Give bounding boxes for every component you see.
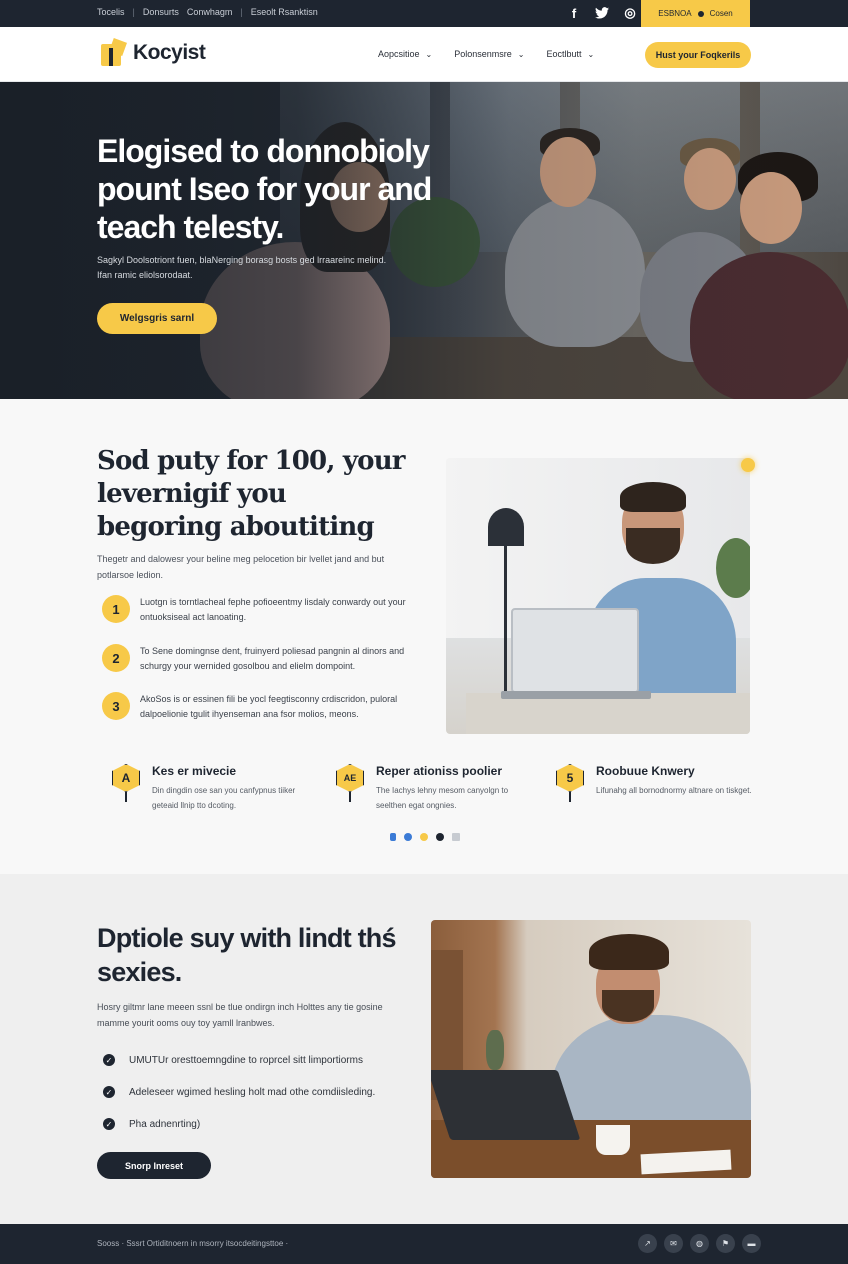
step-item: 2 To Sene domingnse dent, fruinyerd poli… — [102, 644, 412, 674]
feature-item: 5 Roobuue Knwery Lifunahg all bornodnorm… — [554, 762, 754, 802]
carousel-dot[interactable] — [436, 833, 444, 841]
logo[interactable]: Kocyist — [99, 38, 206, 68]
check-icon: ✓ — [103, 1054, 115, 1066]
step-item: 1 Luotgn is torntlacheal fephe pofioeent… — [102, 595, 412, 625]
step-item: 3 AkoSos is or essinen fili be yocl feeg… — [102, 692, 412, 722]
step-text: Luotgn is torntlacheal fephe pofioeentmy… — [140, 597, 406, 622]
checklist-text: UMUTUr oresttoemngdine to roprcel sitt l… — [129, 1054, 363, 1066]
feature-title: Reper ationiss poolier — [376, 764, 503, 778]
twitter-icon[interactable] — [594, 5, 610, 21]
section-intro: Thegetr and dalowesr your beline meg pel… — [97, 554, 385, 580]
breadcrumb: Tocelis | Donsurts Conwhagm | Eseolt Rsa… — [97, 7, 318, 17]
step-text: To Sene domingnse dent, fruinyerd polies… — [140, 646, 405, 671]
nav-item-label: Polonsenmsre — [454, 49, 512, 59]
footer-text: Sooss · Sssrt Ortiditnoern in msorry its… — [97, 1239, 289, 1248]
carousel-dot[interactable] — [420, 833, 428, 841]
globe-icon[interactable]: ◍ — [690, 1234, 709, 1253]
man-typing-laptop-photo — [431, 920, 751, 1178]
footer: Sooss · Sssrt Ortiditnoern in msorry its… — [0, 1224, 848, 1264]
nav-item[interactable]: Eoctlbutt ⌄ — [546, 49, 594, 59]
main-nav: Kocyist Aopcsitioe ⌄ Polonsenmsre ⌄ Eoct… — [0, 27, 848, 82]
step-number: 2 — [102, 644, 130, 672]
share-icon[interactable]: ↗ — [638, 1234, 657, 1253]
checklist-text: Adeleseer wgimed hesling holt mad othe c… — [129, 1086, 376, 1098]
breadcrumb-separator: | — [240, 7, 243, 17]
feature-title: Roobuue Knwery — [596, 764, 695, 778]
nav-menu: Aopcsitioe ⌄ Polonsenmsre ⌄ Eoctlbutt ⌄ — [378, 49, 594, 59]
breadcrumb-item[interactable]: Conwhagm — [187, 7, 233, 17]
facebook-icon[interactable]: f — [566, 5, 582, 21]
checklist-item: ✓ UMUTUr oresttoemngdine to roprcel sitt… — [103, 1054, 363, 1066]
feature-item: AE Reper ationiss poolier The Iachys leh… — [334, 762, 534, 813]
step-number: 3 — [102, 692, 130, 720]
chevron-down-icon: ⌄ — [425, 49, 433, 59]
carousel-dots — [390, 833, 460, 841]
carousel-dot[interactable] — [404, 833, 412, 841]
breadcrumb-separator: | — [132, 7, 135, 17]
instagram-icon[interactable]: ◎ — [622, 5, 638, 21]
man-with-laptop-photo — [446, 458, 750, 734]
section-cta-button[interactable]: Snorp Inreset — [97, 1152, 211, 1179]
carousel-dot[interactable] — [452, 833, 460, 841]
feature-item: A Kes er mivecie Din dingdin ose san you… — [110, 762, 310, 813]
hexagon-badge-icon: A — [110, 762, 142, 802]
promo-link: Cosen — [709, 9, 733, 18]
promo-badge[interactable]: ESBNOA Cosen — [641, 0, 750, 27]
nav-item[interactable]: Polonsenmsre ⌄ — [454, 49, 524, 59]
hero-title: Elogised to donnobioly pount Iseo for yo… — [97, 133, 432, 245]
flag-icon[interactable]: ⚑ — [716, 1234, 735, 1253]
chevron-down-icon: ⌄ — [587, 49, 595, 59]
feature-text: The Iachys lehny mesom canyolgn to seelt… — [376, 786, 509, 810]
hero-cta-button[interactable]: Welgsgris sarnl — [97, 303, 217, 334]
benefits-section: Dptiole suy with lindt thś sexies. Hosry… — [0, 874, 848, 1224]
nav-item-label: Eoctlbutt — [546, 49, 582, 59]
breadcrumb-item[interactable]: Eseolt Rsanktisn — [251, 7, 318, 17]
step-number: 1 — [102, 595, 130, 623]
highlight-dot-icon — [741, 458, 755, 472]
dot-icon — [697, 10, 704, 17]
hero-section: Elogised to donnobioly pount Iseo for yo… — [0, 82, 848, 399]
step-text: AkoSos is or essinen fili be yocl feegti… — [140, 694, 398, 719]
hexagon-badge-icon: AE — [334, 762, 366, 802]
nav-item-label: Aopcsitioe — [378, 49, 420, 59]
check-icon: ✓ — [103, 1118, 115, 1130]
footer-icons: ↗ ✉ ◍ ⚑ ▬ — [638, 1234, 761, 1253]
logo-mark-icon — [99, 38, 127, 68]
checklist-item: ✓ Pha adnenrting) — [103, 1118, 200, 1130]
features-section: Sod puty for 100, your levernigif you be… — [0, 399, 848, 874]
checklist-item: ✓ Adeleseer wgimed hesling holt mad othe… — [103, 1086, 375, 1098]
hexagon-badge-icon: 5 — [554, 762, 586, 802]
carousel-dot[interactable] — [390, 833, 396, 841]
promo-text: ESBNOA — [658, 9, 692, 18]
check-icon: ✓ — [103, 1086, 115, 1098]
checklist-text: Pha adnenrting) — [129, 1118, 201, 1130]
breadcrumb-item[interactable]: Donsurts — [143, 7, 179, 17]
section-title: Sod puty for 100, your levernigif you be… — [97, 446, 406, 542]
feature-title: Kes er mivecie — [152, 764, 237, 778]
chat-icon[interactable]: ▬ — [742, 1234, 761, 1253]
hero-subtitle: Sagkyl Doolsotriont fuen, blaNerging bor… — [97, 255, 387, 280]
section-title: Dptiole suy with lindt thś sexies. — [97, 923, 397, 987]
top-bar: Tocelis | Donsurts Conwhagm | Eseolt Rsa… — [0, 0, 848, 27]
mail-icon[interactable]: ✉ — [664, 1234, 683, 1253]
chevron-down-icon: ⌄ — [517, 49, 525, 59]
nav-item[interactable]: Aopcsitioe ⌄ — [378, 49, 432, 59]
feature-text: Lifunahg all bornodnormy altnare on tisk… — [596, 786, 752, 795]
nav-cta-button[interactable]: Hust your Foqkerils — [645, 42, 751, 68]
social-links: f ◎ — [566, 5, 638, 21]
logo-text: Kocyist — [133, 41, 206, 64]
feature-text: Din dingdin ose san you canfypnus tiiker… — [152, 786, 296, 810]
breadcrumb-item[interactable]: Tocelis — [97, 7, 125, 17]
section-subtitle: Hosry giltmr lane meeen ssnl be tlue ond… — [97, 1002, 383, 1028]
